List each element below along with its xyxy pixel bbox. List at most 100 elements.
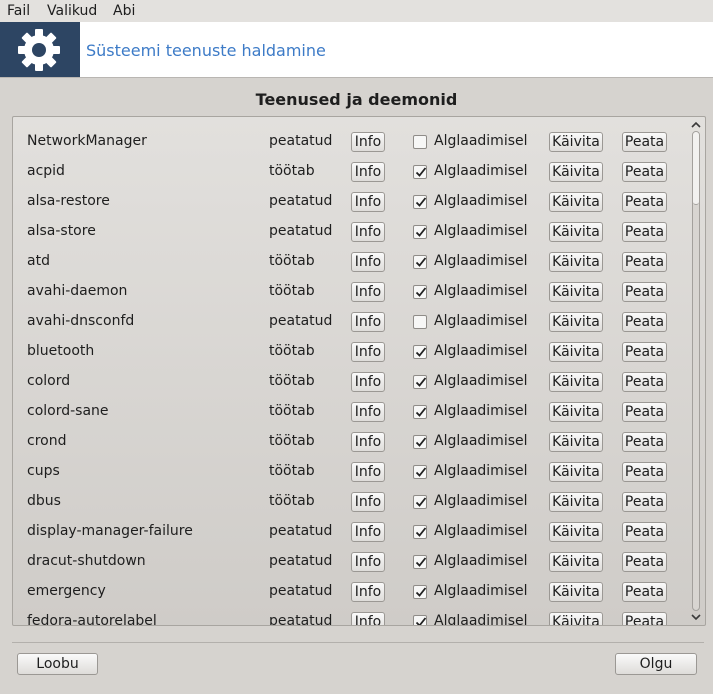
info-button[interactable]: Info xyxy=(351,492,385,512)
autostart-checkbox[interactable] xyxy=(413,345,427,359)
stop-button[interactable]: Peata xyxy=(622,432,667,452)
autostart-checkbox[interactable] xyxy=(413,435,427,449)
stop-button[interactable]: Peata xyxy=(622,252,667,272)
scroll-track[interactable] xyxy=(692,131,700,611)
info-button[interactable]: Info xyxy=(351,432,385,452)
start-button[interactable]: Käivita xyxy=(549,582,603,602)
autostart-label[interactable]: Alglaadimisel xyxy=(434,403,528,419)
autostart-label[interactable]: Alglaadimisel xyxy=(434,313,528,329)
autostart-checkbox[interactable] xyxy=(413,555,427,569)
stop-button[interactable]: Peata xyxy=(622,612,667,625)
stop-button[interactable]: Peata xyxy=(622,342,667,362)
info-button[interactable]: Info xyxy=(351,522,385,542)
start-button[interactable]: Käivita xyxy=(549,522,603,542)
info-button[interactable]: Info xyxy=(351,192,385,212)
autostart-label[interactable]: Alglaadimisel xyxy=(434,583,528,599)
start-button[interactable]: Käivita xyxy=(549,192,603,212)
autostart-checkbox[interactable] xyxy=(413,315,427,329)
autostart-label[interactable]: Alglaadimisel xyxy=(434,553,528,569)
service-name: dracut-shutdown xyxy=(27,553,146,569)
autostart-checkbox[interactable] xyxy=(413,195,427,209)
autostart-checkbox[interactable] xyxy=(413,225,427,239)
info-button[interactable]: Info xyxy=(351,552,385,572)
autostart-label[interactable]: Alglaadimisel xyxy=(434,343,528,359)
autostart-label[interactable]: Alglaadimisel xyxy=(434,493,528,509)
autostart-label[interactable]: Alglaadimisel xyxy=(434,373,528,389)
info-button[interactable]: Info xyxy=(351,252,385,272)
autostart-label[interactable]: Alglaadimisel xyxy=(434,523,528,539)
stop-button[interactable]: Peata xyxy=(622,192,667,212)
autostart-label[interactable]: Alglaadimisel xyxy=(434,613,528,625)
stop-button[interactable]: Peata xyxy=(622,162,667,182)
autostart-checkbox[interactable] xyxy=(413,255,427,269)
autostart-label[interactable]: Alglaadimisel xyxy=(434,223,528,239)
autostart-label[interactable]: Alglaadimisel xyxy=(434,133,528,149)
autostart-label[interactable]: Alglaadimisel xyxy=(434,463,528,479)
autostart-checkbox[interactable] xyxy=(413,285,427,299)
autostart-checkbox[interactable] xyxy=(413,405,427,419)
menu-help[interactable]: Abi xyxy=(113,3,135,19)
scroll-thumb[interactable] xyxy=(693,132,699,205)
stop-button[interactable]: Peata xyxy=(622,522,667,542)
service-status: töötab xyxy=(269,463,315,479)
start-button[interactable]: Käivita xyxy=(549,552,603,572)
autostart-checkbox[interactable] xyxy=(413,495,427,509)
info-button[interactable]: Info xyxy=(351,162,385,182)
info-button[interactable]: Info xyxy=(351,612,385,625)
autostart-checkbox[interactable] xyxy=(413,165,427,179)
stop-button[interactable]: Peata xyxy=(622,462,667,482)
info-button[interactable]: Info xyxy=(351,582,385,602)
stop-button[interactable]: Peata xyxy=(622,132,667,152)
vertical-scrollbar[interactable] xyxy=(689,117,703,625)
info-button[interactable]: Info xyxy=(351,402,385,422)
start-button[interactable]: Käivita xyxy=(549,282,603,302)
stop-button[interactable]: Peata xyxy=(622,282,667,302)
menu-options[interactable]: Valikud xyxy=(47,3,97,19)
autostart-label[interactable]: Alglaadimisel xyxy=(434,193,528,209)
autostart-checkbox[interactable] xyxy=(413,465,427,479)
info-button[interactable]: Info xyxy=(351,312,385,332)
stop-button[interactable]: Peata xyxy=(622,312,667,332)
start-button[interactable]: Käivita xyxy=(549,462,603,482)
start-button[interactable]: Käivita xyxy=(549,372,603,392)
start-button[interactable]: Käivita xyxy=(549,132,603,152)
autostart-checkbox[interactable] xyxy=(413,585,427,599)
autostart-label[interactable]: Alglaadimisel xyxy=(434,253,528,269)
stop-button[interactable]: Peata xyxy=(622,222,667,242)
stop-button[interactable]: Peata xyxy=(622,552,667,572)
service-status: töötab xyxy=(269,253,315,269)
autostart-label[interactable]: Alglaadimisel xyxy=(434,283,528,299)
cancel-button[interactable]: Loobu xyxy=(17,653,98,675)
info-button[interactable]: Info xyxy=(351,372,385,392)
start-button[interactable]: Käivita xyxy=(549,342,603,362)
start-button[interactable]: Käivita xyxy=(549,432,603,452)
info-button[interactable]: Info xyxy=(351,222,385,242)
autostart-checkbox[interactable] xyxy=(413,525,427,539)
service-status: töötab xyxy=(269,163,315,179)
start-button[interactable]: Käivita xyxy=(549,162,603,182)
start-button[interactable]: Käivita xyxy=(549,222,603,242)
stop-button[interactable]: Peata xyxy=(622,402,667,422)
ok-button[interactable]: Olgu xyxy=(615,653,697,675)
start-button[interactable]: Käivita xyxy=(549,492,603,512)
autostart-checkbox[interactable] xyxy=(413,375,427,389)
autostart-label[interactable]: Alglaadimisel xyxy=(434,163,528,179)
info-button[interactable]: Info xyxy=(351,462,385,482)
stop-button[interactable]: Peata xyxy=(622,372,667,392)
stop-button[interactable]: Peata xyxy=(622,492,667,512)
autostart-checkbox[interactable] xyxy=(413,615,427,625)
menu-file[interactable]: Fail xyxy=(7,3,30,19)
scroll-down-icon[interactable] xyxy=(690,611,702,623)
stop-button[interactable]: Peata xyxy=(622,582,667,602)
start-button[interactable]: Käivita xyxy=(549,612,603,625)
start-button[interactable]: Käivita xyxy=(549,402,603,422)
info-button[interactable]: Info xyxy=(351,282,385,302)
start-button[interactable]: Käivita xyxy=(549,312,603,332)
start-button[interactable]: Käivita xyxy=(549,252,603,272)
info-button[interactable]: Info xyxy=(351,342,385,362)
autostart-label[interactable]: Alglaadimisel xyxy=(434,433,528,449)
scroll-up-icon[interactable] xyxy=(690,119,702,131)
autostart-checkbox[interactable] xyxy=(413,135,427,149)
info-button[interactable]: Info xyxy=(351,132,385,152)
service-status: töötab xyxy=(269,373,315,389)
